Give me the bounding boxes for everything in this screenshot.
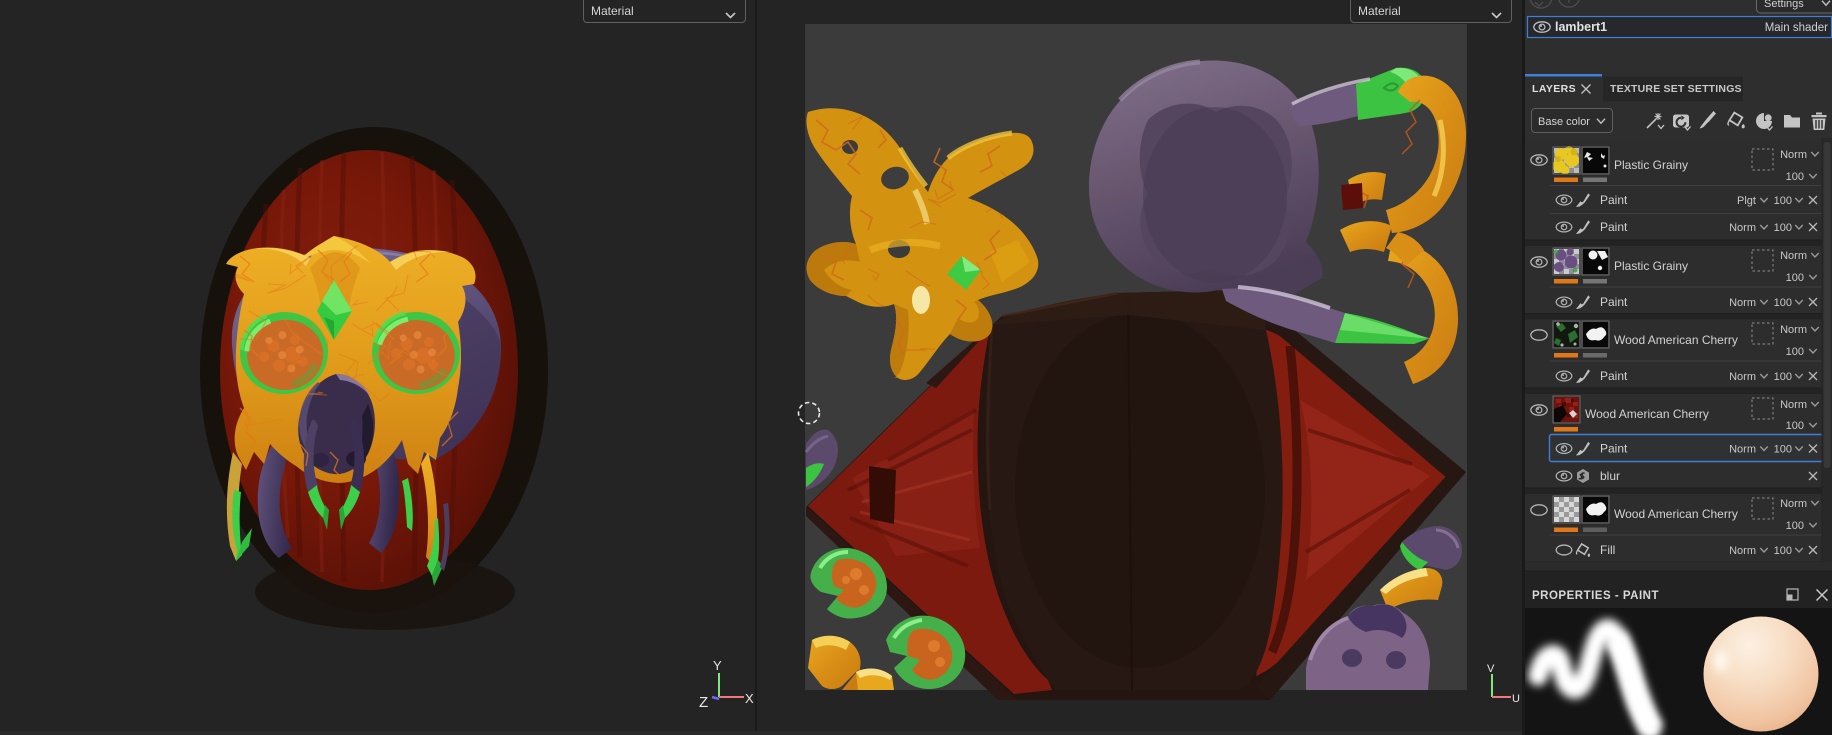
svg-text:Paint: Paint [1600,442,1628,456]
svg-text:100: 100 [1786,272,1804,284]
svg-text:100: 100 [1774,297,1792,309]
svg-text:Main shader: Main shader [1765,22,1828,34]
svg-text:Plgt: Plgt [1737,195,1756,207]
svg-text:Wood American Cherry: Wood American Cherry [1585,407,1709,421]
svg-text:100: 100 [1774,371,1792,383]
svg-text:Z: Z [699,694,708,711]
svg-text:Plastic Grainy: Plastic Grainy [1614,259,1688,273]
svg-text:lambert1: lambert1 [1555,20,1607,34]
svg-text:Wood American Cherry: Wood American Cherry [1614,507,1738,521]
svg-text:U: U [1512,693,1520,705]
svg-text:Norm: Norm [1780,149,1807,161]
svg-text:Norm: Norm [1729,297,1756,309]
svg-text:Norm: Norm [1780,399,1807,411]
svg-text:Paint: Paint [1600,369,1628,383]
svg-text:TEXTURE SET SETTINGS: TEXTURE SET SETTINGS [1610,83,1742,95]
svg-text:100: 100 [1786,520,1804,532]
svg-text:Norm: Norm [1729,545,1756,557]
svg-text:100: 100 [1774,195,1792,207]
svg-text:100: 100 [1774,222,1792,234]
svg-text:LAYERS: LAYERS [1532,83,1576,95]
svg-text:100: 100 [1786,171,1804,183]
svg-text:Norm: Norm [1729,371,1756,383]
svg-text:100: 100 [1786,420,1804,432]
svg-text:blur: blur [1600,469,1620,483]
svg-text:100: 100 [1786,346,1804,358]
svg-text:Norm: Norm [1780,324,1807,336]
svg-text:Norm: Norm [1729,222,1756,234]
svg-text:100: 100 [1774,444,1792,456]
svg-text:X: X [745,691,754,706]
svg-text:Base color: Base color [1538,116,1590,128]
svg-text:V: V [1487,663,1495,675]
svg-text:Norm: Norm [1780,498,1807,510]
svg-text:Plastic Grainy: Plastic Grainy [1614,158,1688,172]
svg-text:Paint: Paint [1600,193,1628,207]
svg-text:Fill: Fill [1600,543,1615,557]
svg-text:Norm: Norm [1780,250,1807,262]
svg-text:Settings: Settings [1764,0,1804,10]
svg-text:Paint: Paint [1600,295,1628,309]
svg-text:Wood American Cherry: Wood American Cherry [1614,333,1738,347]
svg-text:Norm: Norm [1729,444,1756,456]
svg-text:100: 100 [1774,545,1792,557]
svg-text:Y: Y [713,658,722,673]
svg-text:PROPERTIES - PAINT: PROPERTIES - PAINT [1532,590,1659,602]
svg-text:Paint: Paint [1600,220,1628,234]
